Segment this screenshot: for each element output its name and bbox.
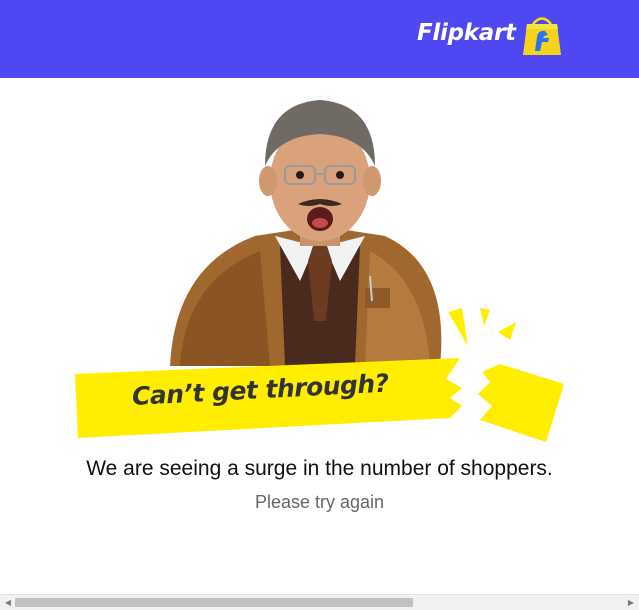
scroll-left-arrow-icon[interactable]: ◀ bbox=[3, 598, 13, 608]
scroll-right-arrow-icon[interactable]: ▶ bbox=[626, 598, 636, 608]
horizontal-scrollbar[interactable]: ◀ ▶ bbox=[0, 594, 639, 610]
surge-message: We are seeing a surge in the number of s… bbox=[86, 457, 553, 480]
scrollbar-thumb[interactable] bbox=[15, 598, 413, 607]
header-bar: Flipkart bbox=[0, 0, 639, 78]
flipkart-bag-icon[interactable] bbox=[521, 15, 563, 57]
flipkart-logo-text[interactable]: Flipkart bbox=[417, 20, 516, 46]
try-again-text: Please try again bbox=[254, 492, 385, 512]
